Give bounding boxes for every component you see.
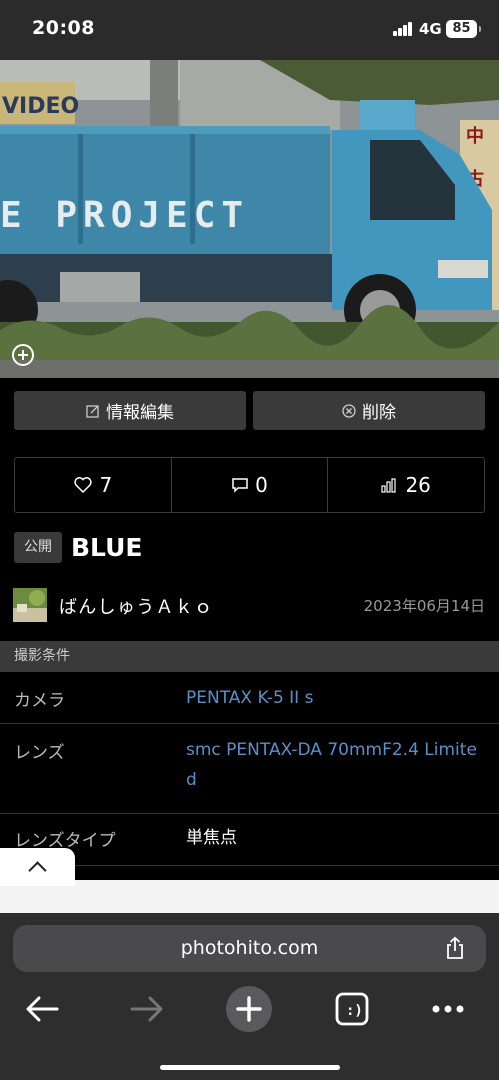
edit-info-button[interactable]: 情報編集 <box>14 391 246 430</box>
camera-link[interactable]: PENTAX K-5 II s <box>186 683 486 713</box>
svg-text:中: 中 <box>466 125 484 147</box>
share-icon[interactable] <box>444 936 466 960</box>
delete-button[interactable]: 削除 <box>253 391 485 430</box>
comment-icon <box>232 477 248 493</box>
condition-label: レンズ <box>14 743 65 763</box>
heart-icon <box>74 477 93 494</box>
edit-info-label: 情報編集 <box>106 403 174 423</box>
forward-button[interactable] <box>127 985 167 1033</box>
photo-title: BLUE <box>71 533 143 562</box>
back-button[interactable] <box>22 985 62 1033</box>
condition-row-lens: レンズ smc PENTAX-DA 70mmF2.4 Limited <box>0 724 499 814</box>
avatar[interactable] <box>13 588 47 622</box>
network-label: 4G <box>419 20 442 38</box>
view-stat: 26 <box>327 458 484 512</box>
delete-icon <box>342 403 356 418</box>
more-button[interactable] <box>428 985 468 1033</box>
status-bar: 20:08 4G 85 <box>0 0 499 60</box>
views-chart-icon <box>381 478 397 493</box>
new-tab-button[interactable] <box>224 985 274 1033</box>
plus-icon <box>226 986 272 1032</box>
condition-row-camera: カメラ PENTAX K-5 II s <box>0 672 499 724</box>
stats-bar: 7 0 26 <box>14 457 485 513</box>
status-time: 20:08 <box>32 17 95 39</box>
url-bar[interactable]: photohito.com <box>13 925 486 972</box>
battery-icon: 85 <box>446 20 481 38</box>
signal-icon <box>393 22 413 36</box>
chevron-up-icon[interactable] <box>0 848 75 886</box>
author-name[interactable]: ばんしゅうＡｋｏ <box>59 593 213 619</box>
arrow-right-icon <box>130 996 163 1022</box>
lens-link[interactable]: smc PENTAX-DA 70mmF2.4 Limited <box>186 735 486 795</box>
zoom-plus-icon[interactable] <box>12 344 34 366</box>
comment-count: 0 <box>255 473 268 497</box>
like-count: 7 <box>99 473 113 497</box>
url-text: photohito.com <box>180 937 319 959</box>
tabs-button[interactable]: :) <box>332 985 372 1033</box>
browser-toolbar: photohito.com :) <box>0 913 499 1080</box>
more-dots-icon <box>432 1005 464 1013</box>
visibility-badge: 公開 <box>14 532 62 563</box>
condition-label: カメラ <box>14 691 65 711</box>
view-count: 26 <box>405 473 431 497</box>
avatar-image <box>13 588 47 622</box>
svg-text:VIDEO: VIDEO <box>2 94 79 119</box>
arrow-left-icon <box>26 996 59 1022</box>
tabs-icon: :) <box>335 992 369 1026</box>
delete-label: 削除 <box>362 403 396 423</box>
truck-photo: VIDEO 中 古 E PROJECT <box>0 60 499 378</box>
photo-image[interactable]: VIDEO 中 古 E PROJECT <box>0 60 499 378</box>
comment-stat[interactable]: 0 <box>170 458 328 512</box>
lens-type-value: 単焦点 <box>186 828 237 848</box>
post-date: 2023年06月14日 <box>363 597 485 615</box>
svg-text:E PROJECT: E PROJECT <box>0 195 249 236</box>
conditions-header: 撮影条件 <box>0 641 499 672</box>
home-indicator <box>160 1065 340 1070</box>
svg-text::): :) <box>346 1003 363 1019</box>
edit-icon <box>86 404 99 418</box>
like-stat[interactable]: 7 <box>15 458 171 512</box>
